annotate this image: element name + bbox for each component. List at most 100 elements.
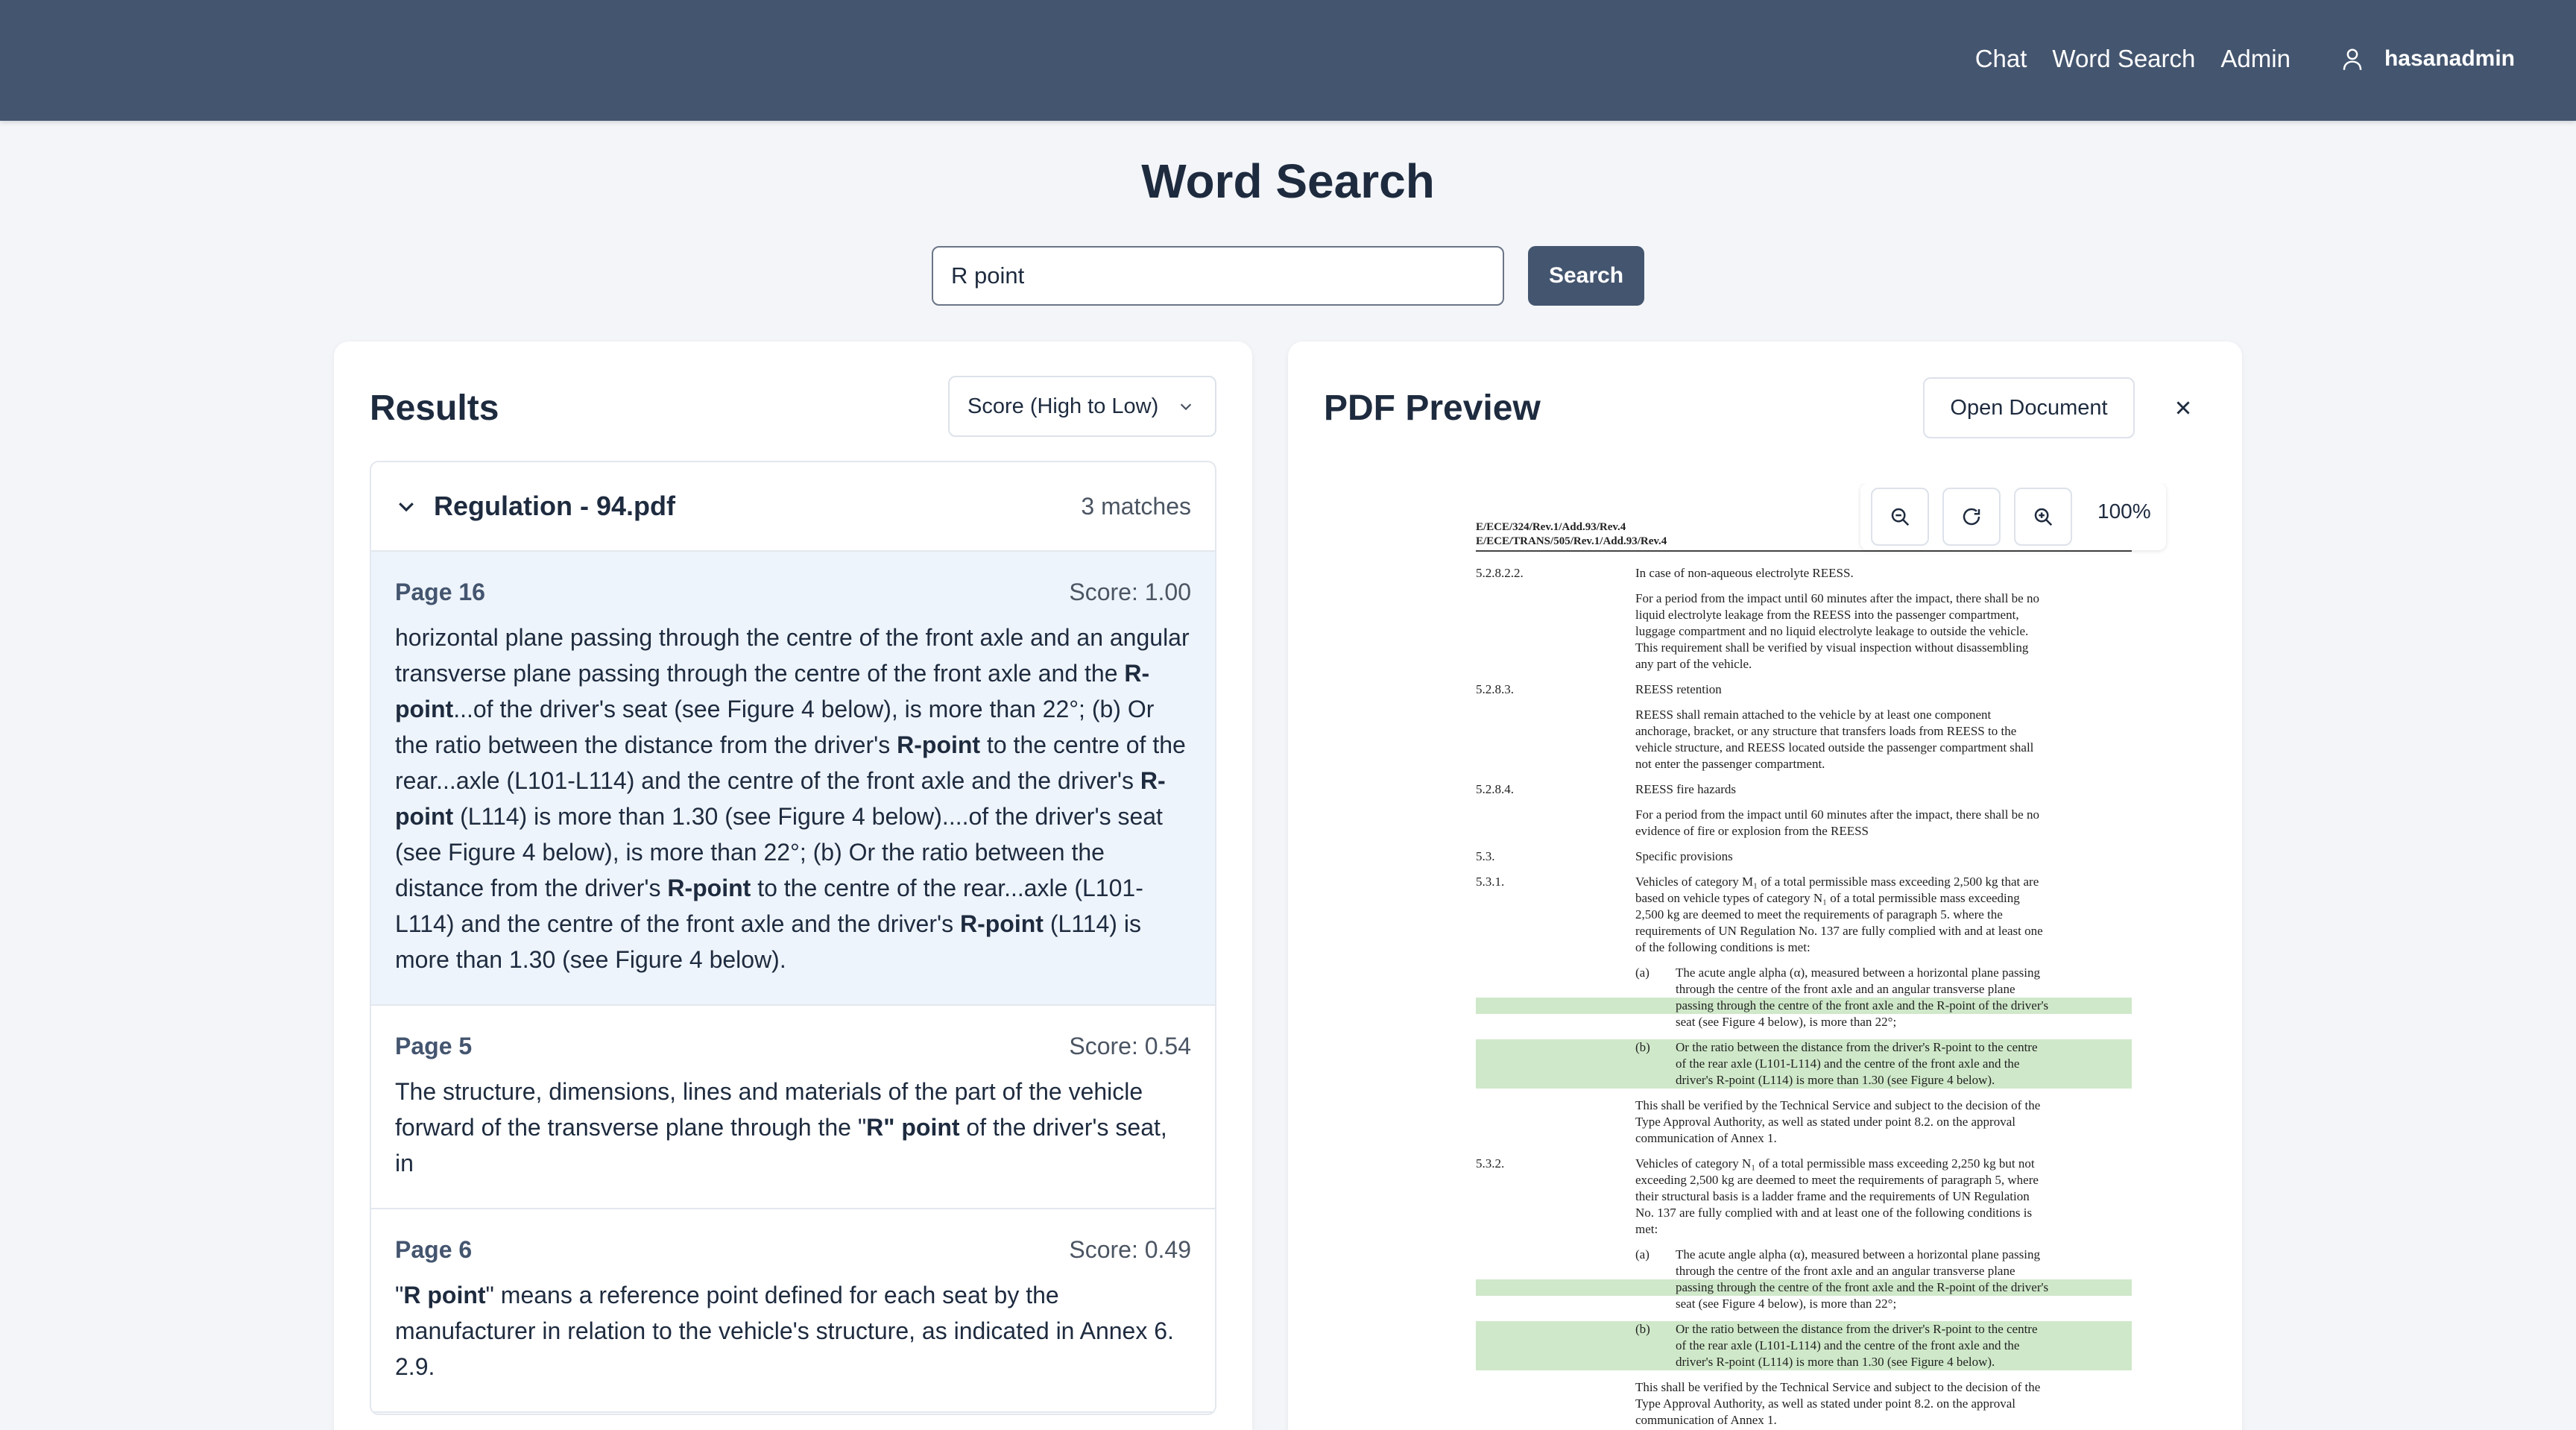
- pdf-line: 2,500 kg are deemed to meet the requirem…: [1476, 907, 2132, 923]
- pdf-line-text: luggage compartment and no liquid electr…: [1635, 624, 2029, 638]
- pdf-line: 5.2.8.2.2. In case of non-aqueous electro…: [1476, 565, 2132, 582]
- pdf-line-text: seat (see Figure 4 below), is more than …: [1676, 1297, 1897, 1311]
- page-title: Word Search: [1141, 154, 1435, 208]
- pdf-line: 5.3.2. Vehicles of category N₁ of a total…: [1476, 1156, 2132, 1172]
- pdf-line: passing through the centre of the front …: [1476, 998, 2132, 1014]
- pdf-line: any part of the vehicle.: [1476, 656, 2132, 673]
- pdf-line: of the rear axle (L101-L114) and the cen…: [1476, 1338, 2132, 1354]
- pdf-viewer[interactable]: E/ECE/324/Rev.1/Add.93/Rev.4 E/ECE/TRANS…: [1324, 483, 2206, 1430]
- pdf-line-text: REESS shall remain attached to the vehic…: [1635, 708, 1992, 722]
- pdf-doc-ref: E/ECE/324/Rev.1/Add.93/Rev.4 E/ECE/TRANS…: [1476, 520, 1667, 549]
- pdf-page: E/ECE/324/Rev.1/Add.93/Rev.4 E/ECE/TRANS…: [1401, 483, 2154, 1430]
- nav-link-chat[interactable]: Chat: [1975, 45, 2027, 73]
- pdf-line: requirements of UN Regulation No. 137 ar…: [1476, 923, 2132, 939]
- pdf-line-text: The acute angle alpha (α), measured betw…: [1676, 966, 2040, 980]
- result-item[interactable]: Page 16 Score: 1.00 horizontal plane pas…: [371, 552, 1215, 1006]
- close-preview-button[interactable]: [2165, 389, 2202, 426]
- pdf-line-text: requirements of UN Regulation No. 137 ar…: [1635, 924, 2043, 938]
- preview-title: PDF Preview: [1324, 388, 1541, 428]
- pdf-paragraph-number: (a): [1635, 1247, 1650, 1262]
- pdf-line-text: For a period from the impact until 60 mi…: [1635, 807, 2039, 822]
- pdf-line-text: communication of Annex 1.: [1635, 1413, 1777, 1427]
- result-item[interactable]: Page 5 Score: 0.54 The structure, dimens…: [371, 1006, 1215, 1209]
- pdf-line-text: Or the ratio between the distance from t…: [1676, 1322, 2038, 1336]
- zoom-toolbar: 100%: [1860, 483, 2166, 550]
- search-button[interactable]: Search: [1528, 246, 1644, 306]
- zoom-level: 100%: [2097, 500, 2151, 523]
- pdf-paragraph-number: 5.3.1.: [1476, 875, 1505, 889]
- pdf-text: 5.2.8.2.2. In case of non-aqueous electro…: [1476, 565, 2132, 1429]
- search-input[interactable]: [932, 246, 1504, 306]
- sort-select[interactable]: Score (High to Low): [948, 376, 1216, 437]
- pdf-line-text: not enter the passenger compartment.: [1635, 757, 1825, 771]
- pdf-line-text: No. 137 are fully complied with and at l…: [1635, 1206, 2033, 1220]
- pdf-line-text: Or the ratio between the distance from t…: [1676, 1040, 2038, 1054]
- pdf-line: not enter the passenger compartment.: [1476, 756, 2132, 772]
- pdf-line: (b) Or the ratio between the distance fro…: [1476, 1321, 2132, 1338]
- result-group-header[interactable]: Regulation - 94.pdf 3 matches: [371, 462, 1215, 552]
- pdf-line-text: This shall be verified by the Technical …: [1635, 1380, 2041, 1394]
- sort-select-value: Score (High to Low): [967, 394, 1159, 418]
- result-score: Score: 0.54: [1069, 1033, 1191, 1059]
- pdf-line: 5.3.1. Vehicles of category M₁ of a total…: [1476, 874, 2132, 890]
- pdf-line-text: exceeding 2,500 kg are deemed to meet th…: [1635, 1173, 2039, 1187]
- pdf-line-text: passing through the centre of the front …: [1676, 998, 2049, 1012]
- pdf-line-text: of the rear axle (L101-L114) and the cen…: [1676, 1056, 2020, 1071]
- reset-zoom-button[interactable]: [1942, 488, 2001, 546]
- top-navbar: Chat Word Search Admin hasanadmin: [0, 0, 2576, 121]
- pdf-line-text: REESS fire hazards: [1635, 782, 1737, 796]
- pdf-line-text: vehicle structure, and REESS located out…: [1635, 740, 2034, 755]
- pdf-line: liquid electrolyte leakage from the REES…: [1476, 607, 2132, 623]
- pdf-line: through the centre of the front axle and…: [1476, 981, 2132, 998]
- pdf-line: of the following conditions is met:: [1476, 939, 2132, 956]
- pdf-line: exceeding 2,500 kg are deemed to meet th…: [1476, 1172, 2132, 1188]
- pdf-line-text: For a period from the impact until 60 mi…: [1635, 591, 2039, 605]
- pdf-line-text: Vehicles of category M₁ of a total permi…: [1635, 875, 2039, 889]
- pdf-line: This requirement shall be verified by vi…: [1476, 640, 2132, 656]
- pdf-doc-ref-line: E/ECE/TRANS/505/Rev.1/Add.93/Rev.4: [1476, 535, 1667, 547]
- pdf-line: their structural basis is a ladder frame…: [1476, 1188, 2132, 1205]
- pdf-paragraph-number: 5.3.2.: [1476, 1156, 1505, 1171]
- pdf-line: vehicle structure, and REESS located out…: [1476, 740, 2132, 756]
- pdf-header-rule: [1476, 550, 2132, 552]
- pdf-line-text: This requirement shall be verified by vi…: [1635, 640, 2029, 655]
- pdf-line: through the centre of the front axle and…: [1476, 1263, 2132, 1279]
- zoom-in-button[interactable]: [2014, 488, 2072, 546]
- pdf-paragraph-number: (b): [1635, 1322, 1650, 1336]
- zoom-out-button[interactable]: [1871, 488, 1929, 546]
- results-title: Results: [370, 388, 499, 428]
- pdf-line-text: evidence of fire or explosion from the R…: [1635, 824, 1869, 838]
- pdf-line: seat (see Figure 4 below), is more than …: [1476, 1014, 2132, 1030]
- pdf-doc-ref-line: E/ECE/324/Rev.1/Add.93/Rev.4: [1476, 521, 1626, 533]
- nav-links: Chat Word Search Admin hasanadmin: [1950, 45, 2515, 73]
- chevron-down-icon[interactable]: [395, 495, 417, 517]
- pdf-line: driver's R-point (L114) is more than 1.3…: [1476, 1354, 2132, 1370]
- pdf-line: 5.2.8.4. REESS fire hazards: [1476, 781, 2132, 798]
- nav-link-word-search[interactable]: Word Search: [2052, 45, 2195, 73]
- pdf-line-text: through the centre of the front axle and…: [1676, 1264, 2015, 1278]
- pdf-line-text: of the rear axle (L101-L114) and the cen…: [1676, 1338, 2020, 1352]
- highlighted-term: R-point: [667, 875, 751, 901]
- nav-link-admin[interactable]: Admin: [2220, 45, 2291, 73]
- pdf-paragraph-number: 5.3.: [1476, 849, 1495, 863]
- open-document-button[interactable]: Open Document: [1923, 377, 2135, 438]
- user-menu[interactable]: hasanadmin: [2341, 46, 2515, 72]
- pdf-paragraph-number: 5.2.8.2.2.: [1476, 566, 1524, 580]
- pdf-line-text: seat (see Figure 4 below), is more than …: [1676, 1015, 1897, 1029]
- highlighted-term: R-point: [959, 910, 1044, 937]
- pdf-line-text: Type Approval Authority, as well as stat…: [1635, 1396, 2015, 1411]
- result-score: Score: 1.00: [1069, 579, 1191, 605]
- result-page: Page 5: [395, 1033, 473, 1059]
- pdf-line: (a) The acute angle alpha (α), measured b…: [1476, 965, 2132, 981]
- pdf-line: seat (see Figure 4 below), is more than …: [1476, 1296, 2132, 1312]
- pdf-line-text: This shall be verified by the Technical …: [1635, 1098, 2041, 1112]
- pdf-line-text: Type Approval Authority, as well as stat…: [1635, 1115, 2015, 1129]
- pdf-line: communication of Annex 1.: [1476, 1412, 2132, 1429]
- pdf-line-text: their structural basis is a ladder frame…: [1635, 1189, 2030, 1203]
- result-item[interactable]: Page 6 Score: 0.49 "R point" means a ref…: [371, 1209, 1215, 1413]
- result-snippet: The structure, dimensions, lines and mat…: [395, 1074, 1191, 1181]
- snippet-text: " means a reference point defined for ea…: [395, 1282, 1174, 1380]
- pdf-line-text: In case of non-aqueous electrolyte REESS…: [1635, 566, 1854, 580]
- pdf-preview-panel: PDF Preview Open Document E/ECE/324/Rev.…: [1288, 341, 2242, 1430]
- result-page: Page 6: [395, 1236, 473, 1263]
